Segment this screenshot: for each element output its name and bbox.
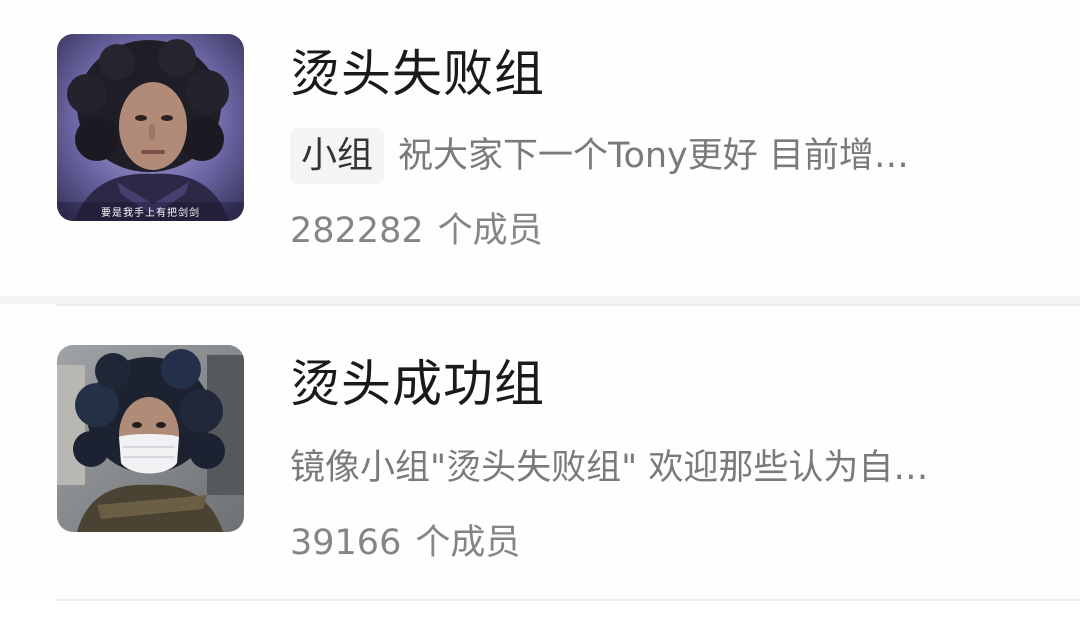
group-list: 要是我手上有把剑剑 烫头失败组 小组 祝大家下一个Tony更好 目前增… 2822… — [0, 0, 1080, 623]
group-row-success[interactable]: 烫头成功组 镜像小组"烫头失败组" 欢迎那些认为自… 39166 个成员 — [0, 308, 1080, 600]
member-count: 39166 — [290, 523, 402, 563]
member-count-suffix: 个成员 — [415, 523, 521, 563]
group-description: 镜像小组"烫头失败组" 欢迎那些认为自… — [290, 448, 929, 488]
member-count: 282282 — [290, 211, 424, 251]
divider — [56, 599, 1080, 601]
group-title: 烫头失败组 — [290, 45, 545, 103]
group-description-line: 小组 祝大家下一个Tony更好 目前增… — [290, 128, 1030, 184]
group-avatar-success — [57, 345, 244, 532]
member-count-suffix: 个成员 — [437, 211, 543, 251]
member-count-line: 282282 个成员 — [290, 208, 543, 254]
group-avatar-failure: 要是我手上有把剑剑 — [57, 34, 244, 221]
avatar-image — [57, 34, 244, 221]
group-tag-badge: 小组 — [290, 128, 385, 184]
group-description-line: 镜像小组"烫头失败组" 欢迎那些认为自… — [290, 440, 1030, 496]
group-description: 祝大家下一个Tony更好 目前增… — [398, 136, 909, 176]
section-separator — [0, 296, 1080, 304]
member-count-line: 39166 个成员 — [290, 520, 520, 566]
group-row-failure[interactable]: 要是我手上有把剑剑 烫头失败组 小组 祝大家下一个Tony更好 目前增… 2822… — [0, 0, 1080, 296]
avatar-caption: 要是我手上有把剑剑 — [101, 208, 200, 219]
divider — [56, 304, 1080, 306]
group-title: 烫头成功组 — [290, 355, 545, 413]
avatar-image — [57, 345, 244, 532]
